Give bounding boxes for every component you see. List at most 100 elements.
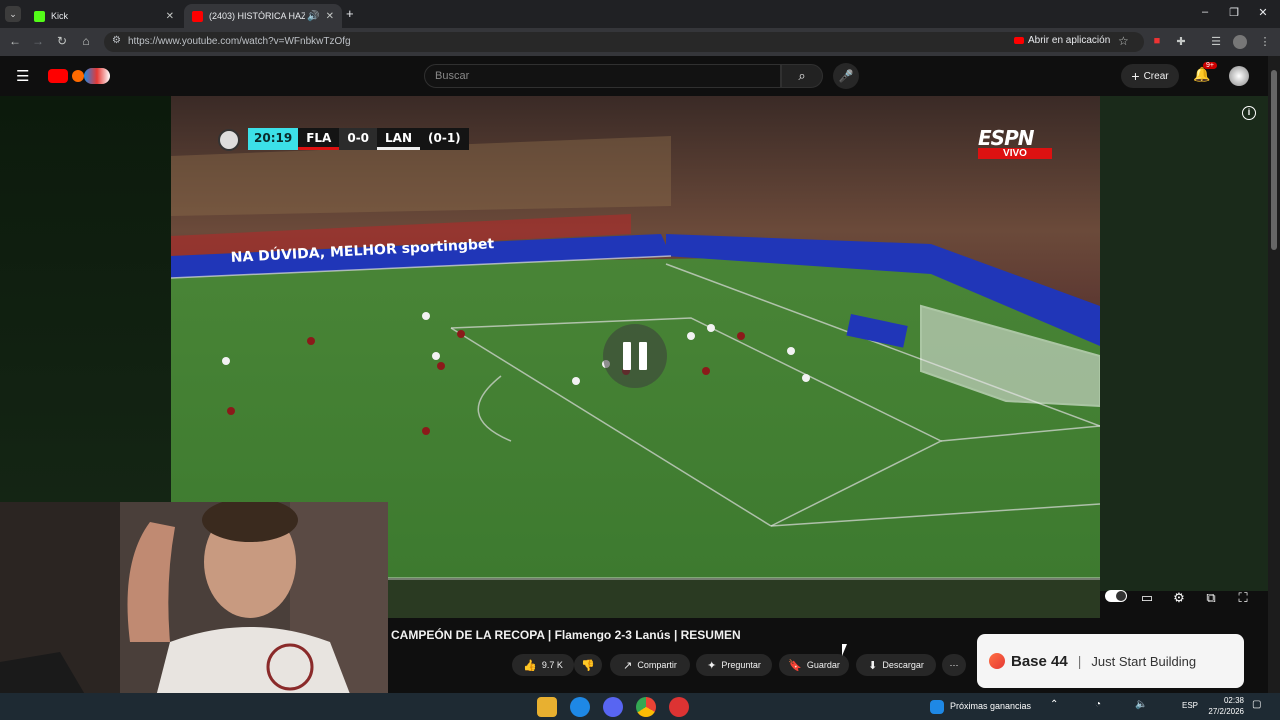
video-letterbox xyxy=(388,578,1100,618)
more-actions-button[interactable]: ⋯ xyxy=(942,654,966,676)
address-bar[interactable]: ⚙ https://www.youtube.com/watch?v=WFnbkw… xyxy=(104,32,1144,52)
search-icon: ⌕ xyxy=(798,68,806,83)
webcam-overlay xyxy=(0,502,388,720)
sponsored-ad[interactable]: Base 44 | Just Start Building xyxy=(977,634,1244,688)
close-tab-icon[interactable]: ✕ xyxy=(166,11,174,22)
page-scrollbar[interactable] xyxy=(1268,56,1280,696)
voice-search-button[interactable]: 🎤 xyxy=(833,63,859,89)
reload-icon[interactable]: ↻ xyxy=(54,34,70,48)
tab-search-button[interactable]: ⌄ xyxy=(5,6,21,22)
ambient-right: i xyxy=(1100,96,1268,591)
info-icon[interactable]: i xyxy=(1242,106,1256,120)
more-icon: ⋯ xyxy=(949,659,959,670)
share-label: Compartir xyxy=(637,660,677,670)
minimize-button[interactable]: – xyxy=(1196,6,1214,18)
site-info-icon[interactable]: ⚙ xyxy=(112,35,121,46)
system-clock[interactable]: 02:38 27/2/2026 xyxy=(1200,695,1244,717)
guide-menu-icon[interactable]: ☰ xyxy=(16,67,29,85)
progress-bar[interactable] xyxy=(388,577,1100,580)
edge-icon[interactable] xyxy=(570,697,590,717)
tab-kick[interactable]: Kick ✕ xyxy=(26,4,182,28)
tab-youtube[interactable]: (2403) HISTÓRICA HAZAÑ… 🔊 ✕ xyxy=(184,4,342,28)
subtitles-icon[interactable]: ▭ xyxy=(1138,590,1156,606)
share-button[interactable]: ↗ Compartir xyxy=(610,654,690,676)
notifications-button[interactable]: 🔔 9+ xyxy=(1193,62,1217,83)
close-tab-icon[interactable]: ✕ xyxy=(326,11,334,22)
pause-icon-bar xyxy=(639,342,647,370)
save-button[interactable]: 🔖 Guardar xyxy=(779,654,849,676)
open-in-app-button[interactable]: Abrir en aplicación xyxy=(1014,35,1110,46)
volume-icon[interactable]: 🔈 xyxy=(1135,699,1147,710)
video-title: CAMPEÓN DE LA RECOPA | Flamengo 2-3 Lanú… xyxy=(391,628,741,642)
download-icon: ⬇ xyxy=(868,659,878,672)
create-label: Crear xyxy=(1143,70,1169,82)
ad-separator: | xyxy=(1077,653,1082,669)
tab-youtube-label: (2403) HISTÓRICA HAZAÑ… xyxy=(209,11,306,21)
profile-avatar[interactable] xyxy=(1233,35,1247,49)
widget-text[interactable]: Próximas ganancias xyxy=(950,701,1031,711)
sparkle-icon: ✦ xyxy=(707,659,717,672)
tab-kick-label: Kick xyxy=(51,11,69,21)
clock-date: 27/2/2026 xyxy=(1208,707,1244,716)
scoreboard: 20:19 FLA 0-0 LAN (0-1) xyxy=(218,128,469,151)
ball-icon xyxy=(218,129,240,151)
discord-icon[interactable] xyxy=(603,697,623,717)
mouse-cursor xyxy=(842,644,847,656)
broadcaster-logo: ESPN VIVO xyxy=(978,126,1052,159)
search-button[interactable]: ⌕ xyxy=(781,64,823,88)
match-score: 0-0 xyxy=(339,128,378,150)
restore-button[interactable]: ❐ xyxy=(1225,6,1243,19)
away-team: LAN xyxy=(377,128,421,150)
ask-button[interactable]: ✦ Preguntar xyxy=(696,654,772,676)
ad-tagline: Just Start Building xyxy=(1091,653,1197,669)
toggle-icon xyxy=(1105,590,1127,602)
download-button[interactable]: ⬇ Descargar xyxy=(856,654,936,676)
url-text: https://www.youtube.com/watch?v=WFnbkwTz… xyxy=(128,36,351,47)
scrollbar-thumb[interactable] xyxy=(1271,70,1277,250)
back-icon[interactable]: ← xyxy=(7,34,23,48)
autoplay-toggle[interactable] xyxy=(1104,590,1128,605)
kick-icon xyxy=(34,10,45,22)
youtube-logo[interactable] xyxy=(48,68,114,84)
bookmark-star-icon[interactable]: ☆ xyxy=(1118,34,1129,48)
account-avatar[interactable] xyxy=(1229,66,1249,86)
miniplayer-icon[interactable]: ⧉ xyxy=(1202,590,1220,606)
pause-button[interactable] xyxy=(603,324,667,388)
reading-list-icon[interactable]: ☰ xyxy=(1209,35,1223,49)
youtube-app-icon xyxy=(1014,37,1024,44)
tray-chevron-icon[interactable]: ⌃ xyxy=(1050,699,1058,710)
language-indicator[interactable]: ESP xyxy=(1182,701,1198,710)
search-placeholder: Buscar xyxy=(435,70,470,82)
app-icon[interactable] xyxy=(669,697,689,717)
youtube-header: ☰ Buscar ⌕ 🎤 + Crear 🔔 9+ xyxy=(0,56,1280,96)
browser-tab-strip: ⌄ Kick ✕ (2403) HISTÓRICA HAZAÑ… 🔊 ✕ + –… xyxy=(0,0,1280,28)
create-button[interactable]: + Crear xyxy=(1121,64,1179,88)
new-tab-button[interactable]: + xyxy=(346,6,354,21)
match-clock: 20:19 xyxy=(248,128,299,150)
extension-icon[interactable]: ■ xyxy=(1150,35,1164,49)
browser-menu-icon[interactable]: ⋮ xyxy=(1258,35,1272,49)
close-window-button[interactable]: ✕ xyxy=(1254,6,1272,19)
pause-icon-bar xyxy=(623,342,631,370)
fullscreen-icon[interactable]: ⛶ xyxy=(1234,590,1252,606)
forward-icon[interactable]: → xyxy=(30,34,46,48)
like-button[interactable]: 👍 9.7 K xyxy=(512,654,574,676)
notification-center-icon[interactable]: ▢ xyxy=(1252,699,1261,710)
extensions-puzzle-icon[interactable]: ✚ xyxy=(1174,35,1188,49)
mute-tab-icon[interactable]: 🔊 xyxy=(307,11,319,22)
thumbs-up-icon: 👍 xyxy=(523,659,537,672)
settings-icon[interactable]: ⚙ xyxy=(1170,590,1188,606)
file-explorer-icon[interactable] xyxy=(537,697,557,717)
browser-toolbar: ← → ↻ ⌂ ⚙ https://www.youtube.com/watch?… xyxy=(0,28,1280,56)
widget-icon[interactable] xyxy=(930,700,944,714)
notifications-badge: 9+ xyxy=(1203,62,1217,69)
home-icon[interactable]: ⌂ xyxy=(78,34,94,48)
chrome-icon[interactable] xyxy=(636,697,656,717)
base44-logo-icon xyxy=(989,653,1005,669)
network-icon[interactable]: ◔ xyxy=(1095,699,1101,710)
youtube-icon xyxy=(192,10,203,22)
dislike-button[interactable]: 👎 xyxy=(574,654,602,676)
search-input[interactable]: Buscar xyxy=(424,64,781,88)
open-in-app-label: Abrir en aplicación xyxy=(1028,35,1111,46)
ask-label: Preguntar xyxy=(721,660,761,670)
